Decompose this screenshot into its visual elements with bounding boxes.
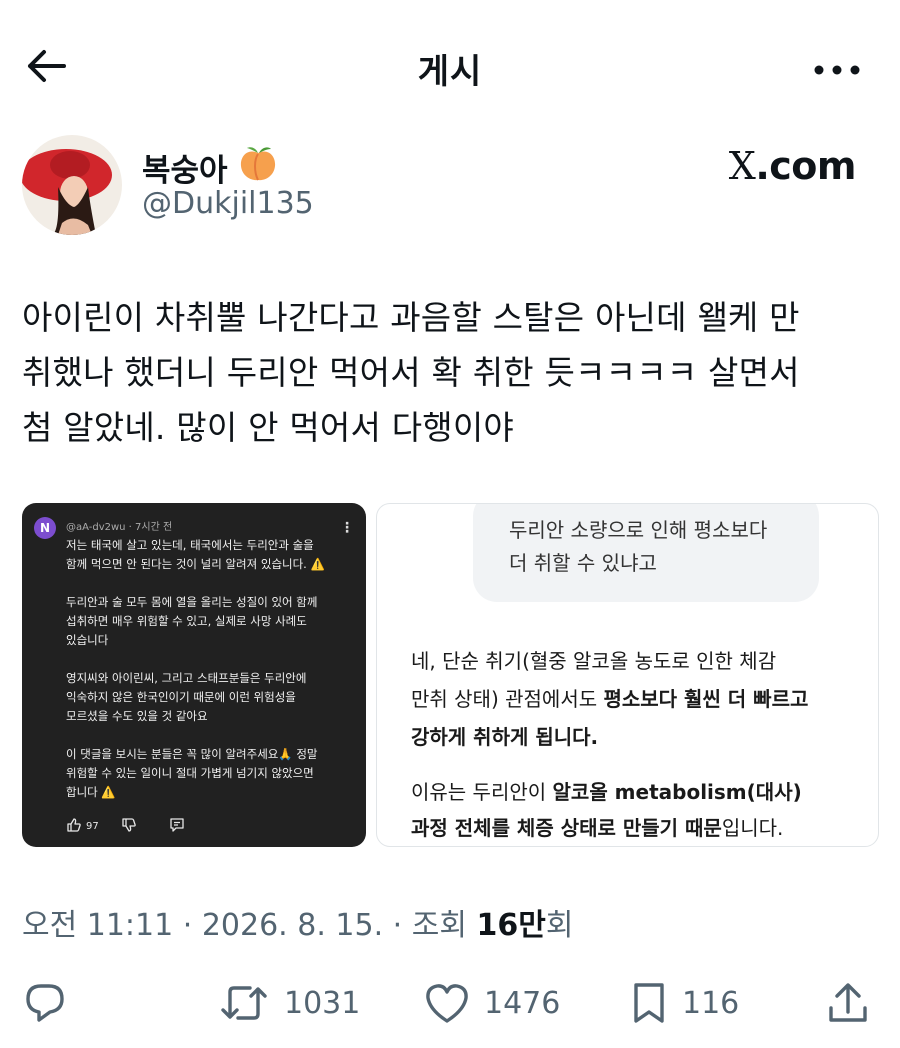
display-name[interactable]: 복숭아 — [142, 144, 278, 190]
retweet-count: 1031 — [284, 985, 361, 1021]
page-title: 게시 — [417, 52, 483, 92]
views-count: 16만 — [476, 908, 546, 943]
answer-line: 네, 단순 취기(혈중 알코올 농도로 인한 체감 — [411, 649, 777, 673]
comment-paragraph: 이 댓글을 보시는 분들은 꼭 많이 알려주세요🙏 정말 위험할 수 있는 일이… — [66, 747, 318, 799]
views-suffix: 회 — [545, 908, 574, 943]
heart-icon — [424, 981, 470, 1025]
share-button[interactable] — [826, 978, 870, 1028]
x-logo-icon: X — [728, 144, 756, 188]
reason-emphasis: 과정 전체를 체증 상태로 만들기 때문 — [411, 816, 722, 840]
tweet-line: 첨 알았네. 많이 안 먹어서 다행이야 — [22, 408, 514, 447]
comment-meta: @aA-dv2wu · 7시간 전 — [66, 522, 173, 533]
answer-line: 만취 상태) 관점에서도 평소보다 훨씬 더 빠르고 — [411, 680, 851, 718]
like-button[interactable]: 1476 — [424, 978, 560, 1028]
chat-answer: 네, 단순 취기(혈중 알코올 농도로 인한 체감 만취 상태) 관점에서도 평… — [411, 642, 851, 756]
source-domain: .com — [755, 144, 856, 188]
question-bubble: 두리안 소량으로 인해 평소보다 더 취할 수 있냐고 — [473, 504, 819, 602]
reason-text: 이유는 두리안이 — [411, 780, 553, 804]
comment-paragraph: 저는 태국에 살고 있는데, 태국에서는 두리안과 술을 함께 먹으면 안 된다… — [66, 538, 325, 571]
post-meta: 오전 11:11 · 2026. 8. 15. · 조회 16만회 — [22, 900, 573, 944]
reason-emphasis: 알코올 metabolism(대사) — [552, 780, 802, 804]
comment-body: 저는 태국에 살고 있는데, 태국에서는 두리안과 술을 함께 먹으면 안 된다… — [66, 536, 354, 821]
like-count: 1476 — [484, 985, 561, 1021]
bookmark-count: 116 — [682, 985, 740, 1021]
retweet-icon — [218, 980, 270, 1026]
tweet-line: 취했나 했더니 두리안 먹어서 확 취한 듯ㅋㅋㅋㅋ 살면서 — [22, 353, 800, 392]
tweet-text: 아이린이 차취뿔 나간다고 과음할 스탈은 아닌데 왤케 만 취했나 했더니 두… — [22, 290, 878, 455]
reason-text: 입니다. — [721, 816, 784, 840]
media-image-comment[interactable]: N @aA-dv2wu · 7시간 전 ⋮ 저는 태국에 살고 있는데, 태국에… — [22, 503, 366, 847]
bubble-line: 두리안 소량으로 인해 평소보다 — [509, 518, 768, 542]
views-label: · 조회 — [383, 908, 477, 943]
display-name-text: 복숭아 — [142, 152, 228, 189]
meta-separator: · — [173, 908, 202, 943]
share-icon — [826, 980, 870, 1026]
bookmark-icon — [630, 980, 668, 1026]
chat-reason: 이유는 두리안이 알코올 metabolism(대사) 과정 전체를 체증 상태… — [411, 774, 851, 846]
comment-actions: 97 — [66, 817, 185, 836]
comment-reply-icon — [169, 817, 185, 836]
handle[interactable]: @Dukjil135 — [142, 186, 314, 221]
bookmark-button[interactable]: 116 — [630, 978, 739, 1028]
top-bar: 게시 — [0, 0, 900, 136]
kebab-menu-icon: ⋮ — [340, 520, 354, 536]
reply-icon — [22, 980, 68, 1026]
tweet-line: 아이린이 차취뿔 나간다고 과음할 스탈은 아닌데 왤케 만 — [22, 298, 800, 337]
peach-icon — [238, 144, 278, 190]
thumbs-down-icon — [121, 817, 137, 836]
answer-emphasis: 평소보다 훨씬 더 빠르고 — [603, 687, 809, 711]
answer-text: 만취 상태) 관점에서도 — [411, 687, 604, 711]
post-date[interactable]: 2026. 8. 15. — [202, 908, 383, 943]
more-button[interactable] — [808, 50, 866, 88]
media-image-chat[interactable]: 두리안 소량으로 인해 평소보다 더 취할 수 있냐고 네, 단순 취기(혈중 … — [376, 503, 879, 847]
comment-paragraph: 영지씨와 아이린씨, 그리고 스태프분들은 두리안에 익숙하지 않은 한국인이기… — [66, 671, 307, 723]
reason-line: 이유는 두리안이 알코올 metabolism(대사) — [411, 774, 851, 810]
retweet-button[interactable]: 1031 — [218, 978, 360, 1028]
comment-paragraph: 두리안과 술 모두 몸에 열을 올리는 성질이 있어 함께 섭취하면 매우 위험… — [66, 595, 318, 647]
answer-line: 강하게 취하게 됩니다. — [411, 718, 851, 756]
more-horizontal-icon — [814, 60, 860, 79]
avatar[interactable] — [22, 135, 122, 235]
thumbs-up-icon — [66, 817, 82, 836]
post-time[interactable]: 오전 11:11 — [22, 908, 173, 943]
commenter-avatar: N — [34, 517, 56, 539]
bubble-line: 더 취할 수 있냐고 — [509, 551, 657, 575]
source-label: X.com — [728, 144, 857, 188]
reply-button[interactable] — [22, 978, 68, 1028]
comment-like-count: 97 — [86, 821, 99, 832]
answer-emphasis: 강하게 취하게 됩니다. — [411, 725, 599, 749]
reason-line: 과정 전체를 체증 상태로 만들기 때문입니다. — [411, 810, 851, 846]
